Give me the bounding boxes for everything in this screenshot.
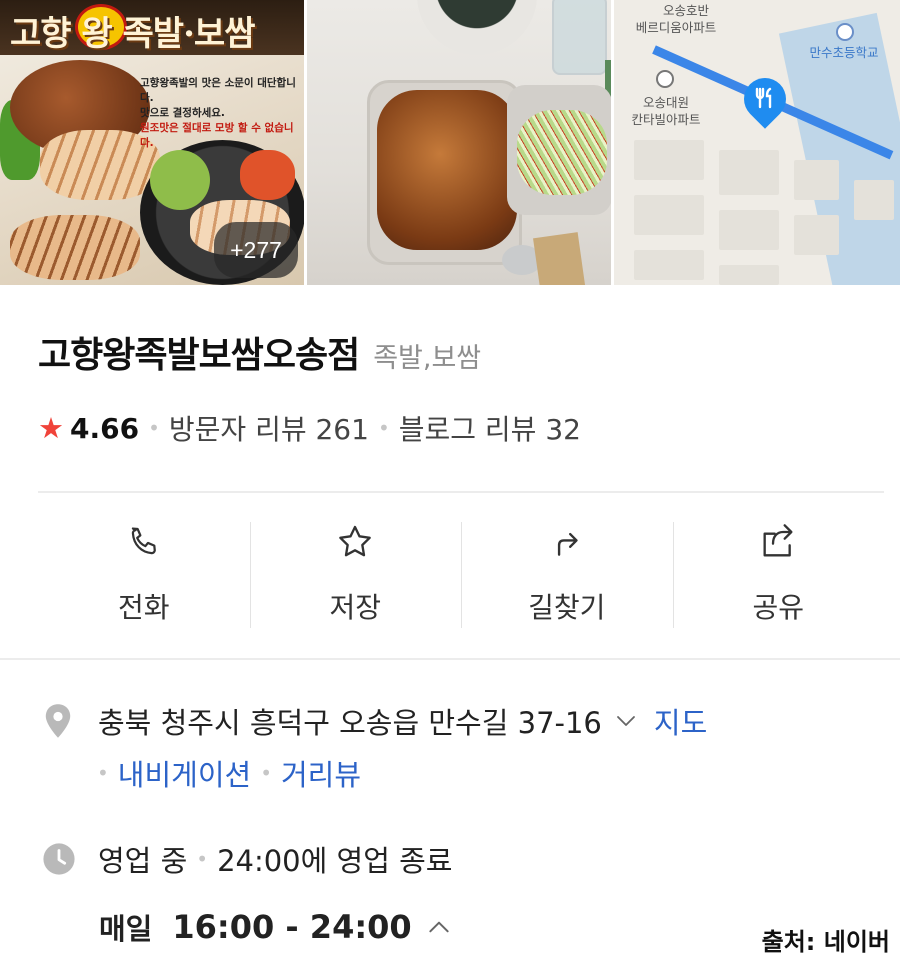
napkin bbox=[533, 232, 586, 285]
ad-line: 고향왕족발의 맛은 소문이 대단합니다. bbox=[140, 77, 296, 104]
visitor-reviews-link[interactable]: 방문자 리뷰 261 bbox=[169, 408, 369, 448]
map-label: 만수초등학교 bbox=[809, 45, 879, 60]
clock-icon bbox=[43, 843, 75, 875]
share-icon bbox=[756, 520, 800, 564]
closing-time: 24:00에 영업 종료 bbox=[217, 844, 453, 878]
map-block bbox=[633, 140, 704, 180]
map-block bbox=[633, 250, 704, 280]
directions-label: 길찾기 bbox=[528, 591, 606, 624]
directions-button[interactable]: 길찾기 bbox=[461, 520, 673, 630]
map-link[interactable]: 지도 bbox=[654, 700, 707, 742]
divider bbox=[38, 491, 884, 493]
rating-score: 4.66 bbox=[70, 411, 140, 445]
separator-dot: • bbox=[196, 847, 209, 871]
place-category: 족발,보쌈 bbox=[373, 343, 482, 374]
daily-hours: 16:00 - 24:00 bbox=[172, 908, 412, 946]
map-block bbox=[793, 215, 839, 255]
daily-label: 매일 bbox=[99, 912, 153, 946]
hours-status-line: 영업 중 • 24:00에 영업 종료 bbox=[42, 838, 452, 880]
navigation-link[interactable]: 내비게이션 bbox=[118, 752, 251, 794]
map-label: 오송대원 bbox=[642, 95, 689, 110]
title-row: 고향왕족발보쌈오송점 족발,보쌈 bbox=[38, 326, 481, 378]
photo-count-badge[interactable]: +277 bbox=[214, 222, 298, 278]
map-label: 칸타빌아파트 bbox=[631, 112, 701, 127]
directions-icon bbox=[545, 520, 589, 564]
ad-banner-title-bg: 고향 왕 족발·보쌈 bbox=[0, 0, 304, 55]
photo-ad-banner[interactable]: 고향 왕 족발·보쌈 고향왕족발의 맛은 소문이 대단합니다. 맛으로 결정하세… bbox=[0, 0, 304, 285]
address-text[interactable]: 충북 청주시 흥덕구 오송읍 만수길 37-16 bbox=[98, 700, 602, 742]
food-bowl bbox=[416, 0, 537, 55]
map-label: 베르디움아파트 bbox=[635, 20, 717, 35]
map-block bbox=[853, 180, 894, 220]
map-block bbox=[633, 195, 704, 235]
food-jokbal-main bbox=[376, 90, 517, 250]
map-poi-icon bbox=[835, 23, 854, 41]
restaurant-icon bbox=[753, 86, 777, 110]
map-block bbox=[718, 265, 779, 285]
ad-line: 맛으로 결정하세요. bbox=[140, 107, 225, 119]
phone-icon bbox=[122, 520, 166, 564]
call-label: 전화 bbox=[117, 591, 170, 624]
ad-banner-title: 고향 왕 족발·보쌈 bbox=[10, 14, 255, 54]
map-block bbox=[718, 150, 779, 195]
star-icon bbox=[333, 520, 377, 564]
location-pin-icon bbox=[45, 704, 71, 738]
save-label: 저장 bbox=[329, 591, 382, 624]
separator-dot: • bbox=[148, 416, 160, 440]
food-kimchi bbox=[240, 150, 295, 200]
share-label: 공유 bbox=[752, 591, 805, 624]
food-salad bbox=[516, 110, 607, 195]
call-button[interactable]: 전화 bbox=[38, 520, 250, 630]
map-poi-icon bbox=[655, 70, 674, 88]
separator-dot: • bbox=[377, 416, 390, 440]
action-bar: 전화 저장 길찾기 공유 bbox=[38, 520, 884, 630]
open-status: 영업 중 bbox=[98, 844, 188, 878]
star-rating-icon: ★ bbox=[38, 411, 64, 445]
daily-hours-toggle[interactable]: 매일 16:00 - 24:00 bbox=[99, 906, 452, 948]
chevron-up-icon[interactable] bbox=[426, 914, 452, 940]
separator-dot: • bbox=[97, 761, 109, 785]
photo-strip: 고향 왕 족발·보쌈 고향왕족발의 맛은 소문이 대단합니다. 맛으로 결정하세… bbox=[0, 0, 900, 285]
water-glass bbox=[551, 0, 607, 75]
blog-reviews-link[interactable]: 블로그 리뷰 32 bbox=[399, 408, 581, 448]
address-line: 충북 청주시 흥덕구 오송읍 만수길 37-16 지도 bbox=[42, 700, 707, 742]
source-credit: 출처: 네이버 bbox=[761, 928, 890, 956]
map-block bbox=[793, 160, 839, 200]
hours-section: 영업 중 • 24:00에 영업 종료 매일 16:00 - 24:00 bbox=[42, 838, 452, 946]
ad-line: 원조맛은 절대로 모방 할 수 없습니다. bbox=[140, 122, 294, 149]
share-button[interactable]: 공유 bbox=[672, 520, 885, 630]
place-name: 고향왕족발보쌈오송점 bbox=[38, 335, 360, 376]
food-cabbage bbox=[150, 150, 210, 210]
map-label: 오송호반 bbox=[662, 3, 709, 18]
photo-food[interactable] bbox=[306, 0, 611, 285]
save-button[interactable]: 저장 bbox=[249, 520, 462, 630]
street-view-link[interactable]: 거리뷰 bbox=[281, 752, 361, 794]
separator-dot: • bbox=[260, 761, 272, 785]
ad-text: 고향왕족발의 맛은 소문이 대단합니다. 맛으로 결정하세요. 원조맛은 절대로… bbox=[140, 76, 304, 151]
chevron-down-icon[interactable] bbox=[614, 709, 638, 733]
address-links: • 내비게이션 • 거리뷰 bbox=[97, 752, 361, 794]
map-thumbnail[interactable]: 오송호반 베르디움아파트 오송대원 칸타빌아파트 만수초등학교 bbox=[613, 0, 900, 285]
divider bbox=[0, 658, 900, 660]
rating-row: ★ 4.66 • 방문자 리뷰 261 • 블로그 리뷰 32 bbox=[38, 408, 581, 448]
food-sliced-pork-2 bbox=[10, 215, 140, 280]
map-block bbox=[718, 210, 779, 250]
